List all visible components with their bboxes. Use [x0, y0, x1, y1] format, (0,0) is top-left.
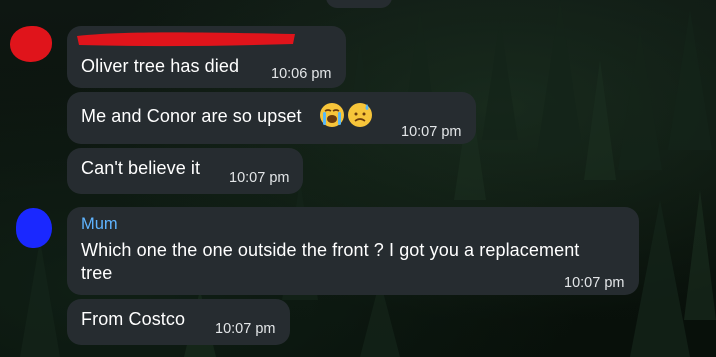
sender-avatar[interactable]	[10, 26, 52, 62]
message-text: Oliver tree has died	[81, 56, 240, 76]
message-text-line: Which one the one outside the front ? I …	[81, 240, 580, 260]
message-bubble[interactable]: Oliver tree has died 10:06 pm	[67, 26, 346, 88]
message-timestamp: 10:07 pm	[215, 321, 276, 337]
loudly-crying-face-icon	[320, 103, 344, 127]
message-timestamp: 10:06 pm	[271, 66, 332, 82]
message-text-line: tree	[81, 263, 113, 283]
message-text: Me and Conor are so upset	[81, 106, 302, 126]
sender-avatar[interactable]	[16, 208, 52, 248]
message-bubble[interactable]: Me and Conor are so upset 10:07 pm	[67, 92, 476, 144]
message-bubble[interactable]: From Costco 10:07 pm	[67, 299, 290, 345]
message-timestamp: 10:07 pm	[229, 170, 290, 186]
message-text: From Costco	[81, 309, 186, 329]
reply-message-bubble[interactable]: Mum Which one the one outside the front …	[67, 207, 639, 295]
message-bubble[interactable]: Can't believe it 10:07 pm	[67, 148, 303, 194]
redacted-sender-name	[77, 32, 295, 47]
message-timestamp: 10:07 pm	[564, 275, 625, 291]
top-partial-bubble	[326, 0, 392, 8]
message-text: Can't believe it	[81, 158, 201, 178]
message-timestamp: 10:07 pm	[401, 124, 462, 140]
sender-name[interactable]: Mum	[81, 215, 118, 234]
sad-but-relieved-face-icon	[348, 103, 372, 127]
